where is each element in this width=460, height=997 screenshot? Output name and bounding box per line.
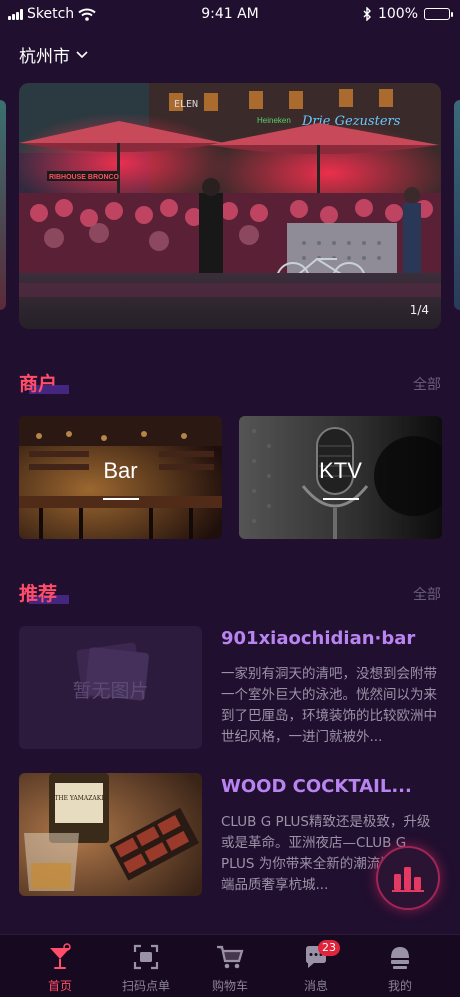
recommend-title-text: 推荐 [19,583,58,605]
chevron-down-icon [76,50,88,58]
city-name: 杭州市 [19,47,70,67]
recommend-more-link[interactable]: 全部 [413,584,441,604]
banner-sign-ribhouse: RIBHOUSE BRONCO [49,174,120,181]
recommend-item-2-title[interactable]: WOOD COCKTAIL... [221,776,412,797]
merchants-title-text: 商户 [19,373,58,395]
category-underline [322,498,359,500]
cocktail-icon [50,943,71,969]
recommend-item-1-title[interactable]: 901xiaochidian·bar [221,628,415,649]
banner-sign-elen: ELEN [174,99,198,110]
bar-chart-icon [392,867,424,892]
tab-profile[interactable]: 我的 [354,935,446,997]
battery-icon [424,8,453,20]
recommend-section-title: 推荐 [19,579,69,606]
recommend-item-1-description: 一家别有洞天的清吧，没想到会附带一个室外巨大的泳池。恍然间以为来到了巴厘岛，环境… [221,666,437,745]
banner-image: ELEN Heineken Drie Gezusters RIBHOUSE BR… [19,83,441,329]
scan-icon [133,944,159,970]
merchants-more-link[interactable]: 全部 [413,374,441,394]
tab-label: 首页 [47,979,72,993]
cart-icon [217,945,244,969]
carousel-next-peek[interactable] [454,100,460,310]
recommend-item-1-image[interactable]: 暂无图片 [19,626,202,749]
bottle-label: THE YAMAZAKI [54,795,104,802]
carousel-prev-peek[interactable] [0,100,6,310]
tab-label: 购物车 [211,979,248,993]
category-label-ktv: KTV [319,458,362,483]
tab-label: 消息 [303,979,328,993]
tab-cart[interactable]: 购物车 [184,935,276,997]
battery-percent: 100% [377,6,418,22]
category-card-bar[interactable]: Bar [19,416,222,539]
bluetooth-icon [363,7,371,21]
banner-sign-heineken: Heineken [257,116,291,125]
tab-label: 我的 [387,979,412,993]
status-right: 100% [363,6,453,22]
carousel-counter: 1/4 [409,303,429,317]
profile-icon [391,947,409,969]
tab-scan-order[interactable]: 扫码点单 [100,935,192,997]
status-bar: Sketch 9:41 AM 100% [0,0,460,30]
banner-carousel[interactable]: ELEN Heineken Drie Gezusters RIBHOUSE BR… [19,83,441,329]
merchants-section-title: 商户 [19,369,69,396]
whisky-photo: THE YAMAZAKI [19,773,202,896]
city-selector[interactable]: 杭州市 [19,42,88,67]
category-label-bar: Bar [103,458,138,483]
recommend-item-2-image[interactable]: THE YAMAZAKI [19,773,202,896]
message-count-badge: 23 [318,940,340,956]
tab-messages[interactable]: 23 消息 [270,935,362,997]
image-placeholder-text: 暂无图片 [72,680,149,702]
category-underline [102,498,139,500]
stats-fab-button[interactable] [376,846,440,910]
category-card-ktv[interactable]: KTV [239,416,442,539]
tab-home[interactable]: 首页 [14,935,106,997]
bottom-tab-bar: 首页 扫码点单 购物车 23 消息 我的 [0,934,460,997]
tab-label: 扫码点单 [121,979,170,993]
